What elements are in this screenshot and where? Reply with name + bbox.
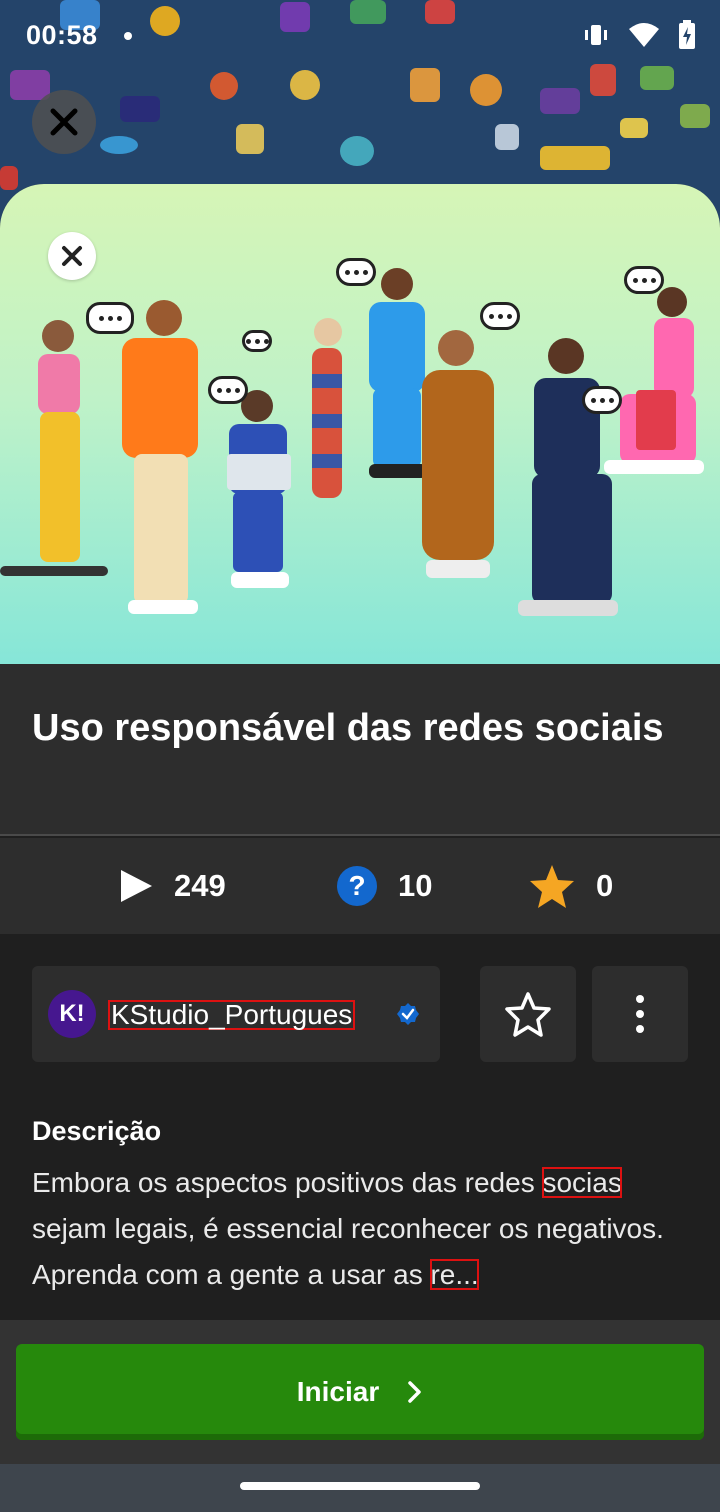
person-illustration bbox=[122, 300, 198, 614]
description-text-part: Embora os aspectos positivos das redes bbox=[32, 1167, 543, 1198]
vibrate-icon bbox=[585, 25, 607, 45]
person-illustration bbox=[0, 320, 108, 576]
questions-stat: ? 10 bbox=[336, 838, 432, 934]
speech-bubble-icon bbox=[336, 258, 376, 286]
person-illustration bbox=[422, 330, 494, 578]
close-button[interactable] bbox=[32, 90, 96, 154]
description-text-part: sejam legais, é essencial reconhecer os … bbox=[32, 1213, 664, 1290]
person-illustration bbox=[312, 318, 342, 498]
quiz-title: Uso responsável das redes sociais bbox=[32, 707, 664, 749]
status-bar: 00:58 bbox=[0, 0, 720, 74]
speech-bubble-icon bbox=[480, 302, 520, 330]
questions-count: 10 bbox=[398, 868, 433, 903]
verified-icon bbox=[397, 1003, 419, 1025]
more-vertical-icon bbox=[636, 995, 644, 1033]
start-button[interactable]: Iniciar bbox=[16, 1344, 704, 1440]
bottom-panel: Iniciar bbox=[0, 1320, 720, 1464]
question-icon: ? bbox=[337, 866, 377, 906]
star-outline-icon bbox=[505, 992, 551, 1037]
speech-bubble-icon bbox=[242, 330, 272, 352]
plays-count: 249 bbox=[174, 868, 226, 903]
speech-bubble-icon bbox=[624, 266, 664, 294]
creator-avatar: K! bbox=[48, 990, 96, 1038]
home-gesture-handle[interactable] bbox=[240, 1482, 480, 1490]
description-text: Embora os aspectos positivos das redes s… bbox=[32, 1160, 692, 1298]
cover-close-button[interactable] bbox=[48, 232, 96, 280]
favorites-count: 0 bbox=[596, 868, 614, 903]
quiz-stats: 249 ? 10 0 bbox=[0, 838, 720, 934]
plays-stat: 249 bbox=[118, 838, 226, 934]
favorite-button[interactable] bbox=[480, 966, 576, 1062]
start-button-label: Iniciar bbox=[296, 1376, 380, 1407]
description-more-link[interactable]: re... bbox=[430, 1259, 479, 1290]
speech-bubble-icon bbox=[208, 376, 248, 404]
description-text-part: socias bbox=[542, 1167, 622, 1198]
quiz-title-block: Uso responsável das redes sociais bbox=[0, 664, 720, 836]
svg-text:?: ? bbox=[348, 870, 365, 901]
speech-bubble-icon bbox=[86, 302, 134, 334]
description-heading: Descrição bbox=[32, 1116, 162, 1146]
notification-dot bbox=[124, 32, 132, 40]
play-icon bbox=[121, 870, 152, 902]
star-icon bbox=[530, 865, 574, 908]
creator-card[interactable]: K! KStudio_Portugues bbox=[32, 966, 440, 1062]
wifi-icon bbox=[629, 23, 659, 47]
close-icon bbox=[62, 246, 82, 266]
chevron-right-icon bbox=[408, 1381, 421, 1403]
favorites-stat: 0 bbox=[528, 838, 613, 934]
status-icons bbox=[582, 20, 696, 50]
speech-bubble-icon bbox=[582, 386, 622, 414]
close-icon bbox=[50, 108, 78, 136]
quiz-details-sheet: Uso responsável das redes sociais 249 ? … bbox=[0, 184, 720, 1512]
cover-image bbox=[0, 184, 720, 664]
battery-icon bbox=[679, 20, 695, 49]
system-navigation-bar bbox=[0, 1464, 720, 1512]
more-options-button[interactable] bbox=[592, 966, 688, 1062]
creator-name[interactable]: KStudio_Portugues bbox=[108, 1000, 356, 1030]
status-time: 00:58 bbox=[26, 20, 98, 50]
